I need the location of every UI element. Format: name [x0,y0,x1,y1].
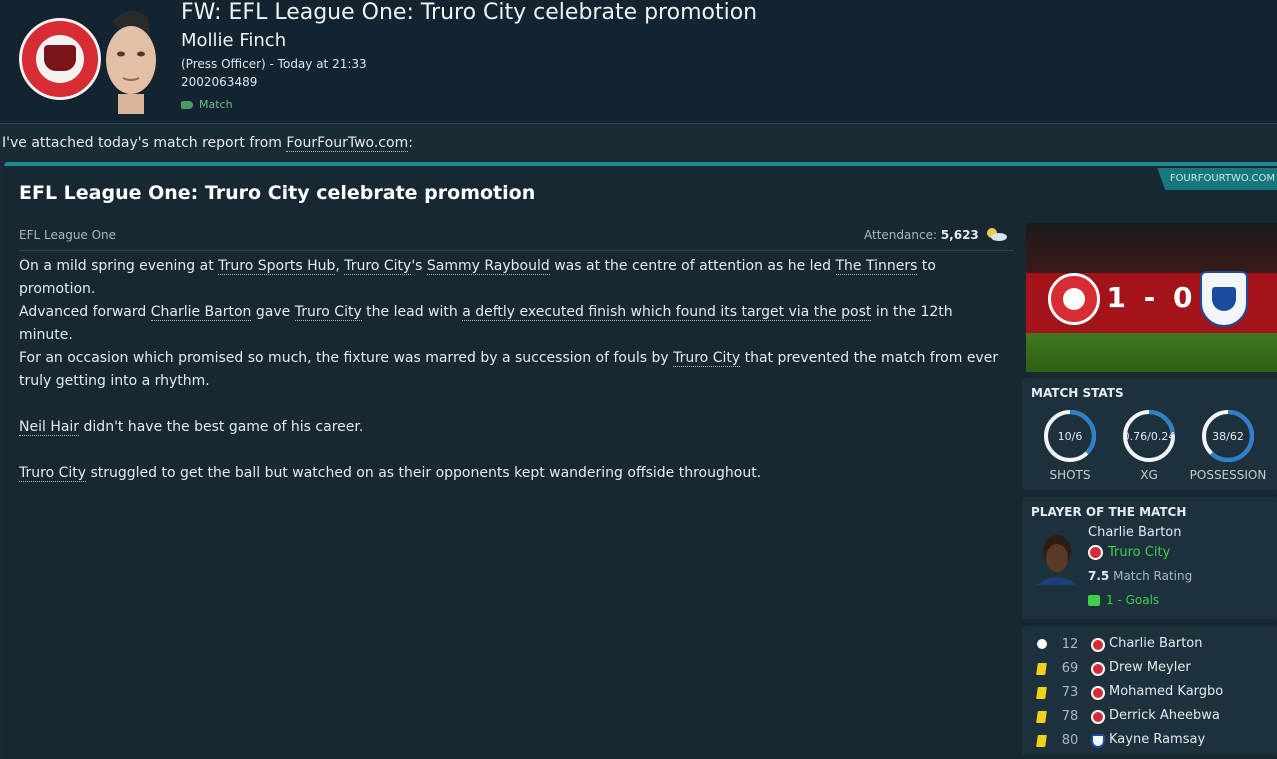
home-crest-icon [1091,710,1105,724]
club-link[interactable]: Truro City [294,304,362,321]
weather-icon [987,228,1007,241]
goal-ball-icon [1037,639,1047,649]
potm-heading: PLAYER OF THE MATCH [1031,505,1187,519]
intro-text: I've attached today's match report from … [2,135,413,152]
stat-label-shots: SHOTS [1049,468,1091,482]
potm-rating: 7.5 Match Rating [1088,569,1192,583]
sender-avatar [106,10,156,114]
match-event-row[interactable]: 69 Drew Meyler [1022,657,1277,681]
stat-label-possession: POSSESSION [1189,468,1267,482]
paragraph-5: Truro City struggled to get the ball but… [19,465,762,482]
source-badge: FOURFOURTWO.COM [1157,168,1277,190]
intro-prefix: I've attached today's match report from [2,135,287,151]
event-player[interactable]: Charlie Barton [1109,636,1203,651]
player-link[interactable]: Neil Hair [19,419,80,436]
match-event-row[interactable]: 12 Charlie Barton [1022,633,1277,657]
message-header: FW: EFL League One: Truro City celebrate… [0,0,1277,124]
intro-suffix: : [408,135,413,151]
attendance: Attendance: 5,623 [864,228,979,242]
paragraph-3: For an occasion which promised so much, … [19,350,999,389]
match-event-row[interactable]: 80 Kayne Ramsay [1022,729,1277,753]
stat-value-possession: 38/62 [1212,430,1244,443]
potm-club[interactable]: Truro City [1088,545,1170,560]
potm-name[interactable]: Charlie Barton [1088,525,1182,540]
message-tag[interactable]: Match [181,98,233,111]
player-link[interactable]: Charlie Barton [150,304,252,321]
event-minute: 12 [1061,637,1079,652]
goal-link[interactable]: a deftly executed finish which found its… [462,304,872,321]
home-crest-icon [1091,638,1105,652]
paragraph-4: Neil Hair didn't have the best game of h… [19,419,364,436]
event-minute: 73 [1061,685,1079,700]
home-crest-icon [1091,686,1105,700]
potm-club-label: Truro City [1108,545,1171,560]
event-minute: 80 [1061,733,1079,748]
divider [19,250,1014,251]
stat-value-shots: 10/6 [1057,430,1083,443]
club-link[interactable]: Truro City [344,258,412,275]
potm-goals: 1 - Goals [1088,593,1159,607]
sender-name[interactable]: Mollie Finch [181,30,286,51]
yellow-card-icon [1036,687,1047,699]
article-title: EFL League One: Truro City celebrate pro… [19,182,536,204]
sender-meta: (Press Officer) - Today at 21:33 [181,57,367,71]
nickname-link[interactable]: The Tinners [835,258,918,275]
message-subject: FW: EFL League One: Truro City celebrate… [181,0,758,25]
away-crest-icon [1091,734,1105,748]
club-crest-icon [1088,545,1103,560]
yellow-card-icon [1036,735,1047,747]
tag-icon [181,100,193,109]
yellow-card-icon [1036,711,1047,723]
source-badge-label: FOURFOURTWO.COM [1169,173,1275,184]
rating-label: Match Rating [1113,569,1193,583]
match-stats-heading: MATCH STATS [1031,386,1124,400]
event-minute: 69 [1061,661,1079,676]
match-event-row[interactable]: 73 Mohamed Kargbo [1022,681,1277,705]
competition-label: EFL League One [19,228,117,242]
message-reference: 2002063489 [181,75,258,89]
stat-label-xg: XG [1140,468,1158,482]
club-crest-icon [19,18,101,100]
player-link[interactable]: Sammy Raybould [426,258,550,275]
rating-value: 7.5 [1088,569,1110,583]
event-minute: 78 [1061,709,1079,724]
club-link[interactable]: Truro City [19,465,87,482]
event-player[interactable]: Derrick Aheebwa [1109,708,1220,723]
match-event-row[interactable]: 78 Derrick Aheebwa [1022,705,1277,729]
tag-label: Match [199,98,233,111]
venue-link[interactable]: Truro Sports Hub [218,258,336,275]
thumbs-up-icon [1088,594,1100,606]
event-player[interactable]: Mohamed Kargbo [1109,684,1223,699]
home-crest-icon [1091,662,1105,676]
club-link[interactable]: Truro City [673,350,741,367]
source-link[interactable]: FourFourTwo.com [286,135,409,152]
event-player[interactable]: Kayne Ramsay [1109,732,1205,747]
stat-value-xg: 0.76/0.24 [1122,430,1176,443]
yellow-card-icon [1036,663,1047,675]
paragraph-1: On a mild spring evening at Truro Sports… [19,258,936,297]
attendance-value: 5,623 [940,228,979,242]
event-player[interactable]: Drew Meyler [1109,660,1191,675]
paragraph-2: Advanced forward Charlie Barton gave Tru… [19,304,953,343]
player-photo[interactable] [1031,531,1083,585]
attendance-label: Attendance: [864,228,941,242]
score: 1 - 0 [1106,281,1197,314]
goals-label: 1 - Goals [1106,593,1160,607]
